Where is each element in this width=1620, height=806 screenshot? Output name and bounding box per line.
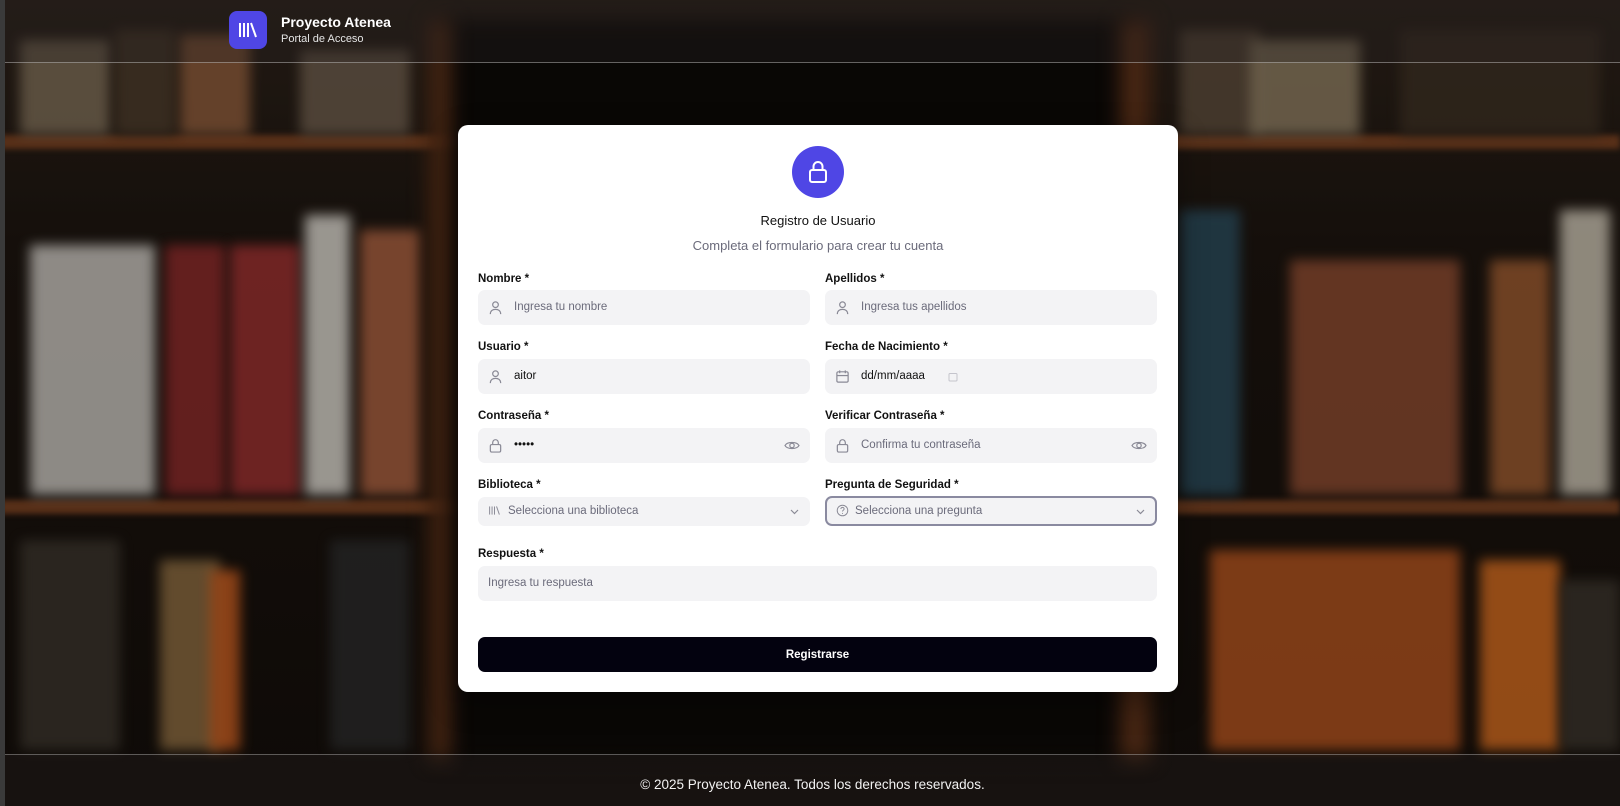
copyright-text: © 2025 Proyecto Atenea. Todos los derech… — [640, 777, 985, 792]
top-header: Proyecto Atenea Portal de Acceso — [5, 0, 1620, 63]
respuesta-input[interactable]: Ingresa tu respuesta — [478, 566, 1157, 601]
contrasena-value: ••••• — [514, 439, 535, 451]
pregunta-label: Pregunta de Seguridad * — [825, 479, 959, 491]
apellidos-input[interactable]: Ingresa tus apellidos — [825, 290, 1157, 325]
fecha-placeholder: dd/mm/aaaa — [861, 370, 925, 382]
lock-icon — [836, 439, 849, 453]
form-subtitle: Completa el formulario para crear tu cue… — [692, 238, 944, 253]
brand-subtitle: Portal de Acceso — [281, 33, 364, 45]
brand-title: Proyecto Atenea — [281, 14, 391, 30]
apellidos-label: Apellidos * — [825, 273, 885, 285]
biblioteca-label: Biblioteca * — [478, 479, 541, 491]
window-edge — [0, 0, 5, 806]
lock-icon — [792, 146, 844, 198]
apellidos-placeholder: Ingresa tus apellidos — [861, 301, 967, 313]
respuesta-label: Respuesta * — [478, 548, 544, 560]
verificar-input[interactable]: Confirma tu contraseña — [825, 428, 1157, 463]
pregunta-selected: Selecciona una pregunta — [855, 505, 983, 517]
library-icon[interactable] — [229, 11, 267, 49]
registration-card: Registro de Usuario Completa el formular… — [458, 125, 1178, 692]
eye-icon[interactable] — [784, 438, 800, 453]
contrasena-input[interactable]: ••••• — [478, 428, 810, 463]
contrasena-label: Contraseña * — [478, 410, 549, 422]
nombre-label: Nombre * — [478, 273, 530, 285]
user-icon — [489, 370, 502, 384]
calendar-icon — [836, 370, 849, 383]
pregunta-select[interactable]: Selecciona una pregunta — [825, 496, 1157, 526]
verificar-placeholder: Confirma tu contraseña — [861, 439, 981, 451]
user-icon — [489, 301, 502, 315]
page-footer: © 2025 Proyecto Atenea. Todos los derech… — [5, 754, 1620, 806]
register-button[interactable]: Registrarse — [478, 637, 1157, 672]
chevron-down-icon — [790, 509, 799, 515]
nombre-placeholder: Ingresa tu nombre — [514, 301, 608, 313]
date-picker-icon[interactable] — [948, 372, 958, 382]
biblioteca-selected: Selecciona una biblioteca — [508, 505, 639, 517]
eye-icon[interactable] — [1131, 438, 1147, 453]
form-title: Registro de Usuario — [760, 213, 876, 228]
nombre-input[interactable]: Ingresa tu nombre — [478, 290, 810, 325]
biblioteca-select[interactable]: Selecciona una biblioteca — [478, 497, 810, 526]
user-icon — [836, 301, 849, 315]
usuario-label: Usuario * — [478, 341, 529, 353]
chevron-down-icon — [1136, 509, 1145, 515]
lock-icon — [489, 439, 502, 453]
library-icon — [489, 506, 500, 515]
usuario-input[interactable]: aitor — [478, 359, 810, 394]
respuesta-placeholder: Ingresa tu respuesta — [488, 577, 593, 589]
verificar-label: Verificar Contraseña * — [825, 410, 945, 422]
usuario-value: aitor — [514, 370, 537, 382]
fecha-label: Fecha de Nacimiento * — [825, 341, 948, 353]
fecha-input[interactable]: dd/mm/aaaa — [825, 359, 1157, 394]
help-circle-icon — [836, 504, 849, 517]
